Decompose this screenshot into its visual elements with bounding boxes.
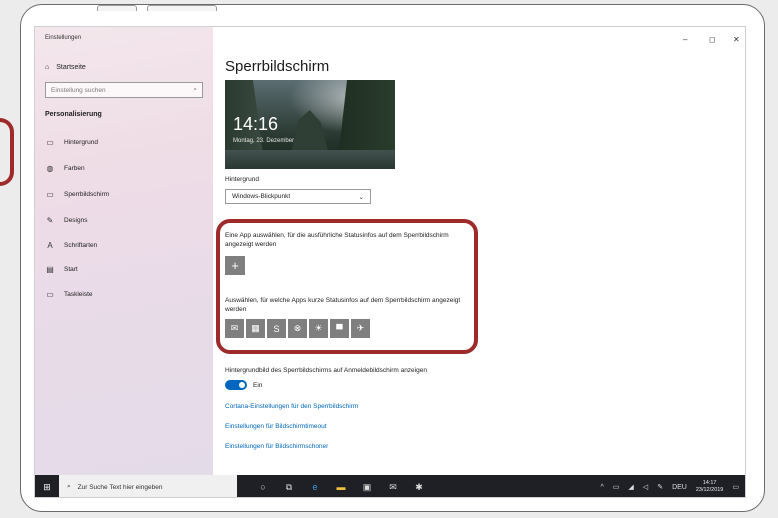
home-icon: ⌂: [45, 64, 50, 71]
page-title: Sperrbildschirm: [225, 58, 330, 75]
taskbar-clock[interactable]: 14:17 23/12/2019: [696, 480, 724, 494]
sidebar-item-taskleiste[interactable]: ▭ Taskleiste: [45, 289, 93, 299]
sidebar-item-sperrbildschirm[interactable]: ▭ Sperrbildschirm: [45, 189, 109, 199]
toggle-state-label: Ein: [253, 382, 263, 389]
task-view-icon[interactable]: ⧉: [283, 482, 295, 493]
taskbar-apps: ○ ⧉ e ▬ ▣ ✉ ✱: [257, 482, 425, 493]
action-center-icon[interactable]: ▭: [732, 483, 739, 491]
cortana-icon[interactable]: ○: [257, 482, 269, 492]
lockscreen-icon: ▭: [46, 189, 54, 199]
brush-icon: ✎: [46, 215, 54, 225]
chevron-down-icon: ⌄: [358, 193, 364, 201]
mail-icon[interactable]: ✉: [387, 482, 399, 493]
sidebar-item-label: Schriftarten: [64, 241, 98, 249]
preview-water-shape: [225, 150, 395, 169]
quick-apps-row: ✉ ▦ S ⊗ ☀ ▀ ✈: [225, 319, 370, 338]
file-explorer-icon[interactable]: ▬: [335, 482, 347, 492]
sidebar-item-label: Taskleiste: [64, 290, 93, 298]
settings-gear-icon[interactable]: ✱: [413, 482, 425, 493]
main-content: Sperrbildschirm 14:16 Montag, 23. Dezemb…: [213, 27, 745, 475]
show-bg-toggle[interactable]: [225, 380, 247, 390]
start-icon: ▤: [46, 264, 54, 274]
device-tab: [97, 5, 137, 11]
skype-icon[interactable]: S: [267, 319, 286, 338]
section-heading: Personalisierung: [45, 111, 102, 118]
sidebar-item-farben[interactable]: ◍ Farben: [45, 163, 85, 173]
mail-icon[interactable]: ✉: [225, 319, 244, 338]
settings-search-input[interactable]: Einstellung suchen ⌕: [45, 82, 203, 98]
screen-timeout-link[interactable]: Einstellungen für Bildschirmtimeout: [225, 423, 327, 430]
detail-app-description: Eine App auswählen, für die ausführliche…: [225, 232, 449, 248]
edge-icon[interactable]: e: [309, 482, 321, 492]
settings-screen: Einstellungen ⌂ Startseite Einstellung s…: [34, 26, 746, 498]
cortana-settings-link[interactable]: Cortana-Einstellungen für den Sperrbilds…: [225, 403, 358, 410]
sidebar-item-schriftarten[interactable]: A Schriftarten: [45, 240, 97, 250]
weather-icon[interactable]: ☀: [309, 319, 328, 338]
taskbar: ⊞ ⌕ Zur Suche Text hier eingeben ○ ⧉ e ▬…: [35, 475, 745, 497]
clock-date: 23/12/2019: [695, 487, 724, 493]
sidebar-item-designs[interactable]: ✎ Designs: [45, 215, 88, 225]
sidebar-item-label: Designs: [64, 216, 88, 224]
image-icon: ▭: [46, 137, 54, 147]
background-select[interactable]: Windows-Blickpunkt ⌄: [225, 189, 371, 204]
lockscreen-preview: 14:16 Montag, 23. Dezember: [225, 80, 395, 169]
palette-icon: ◍: [46, 163, 54, 173]
preview-time: 14:16: [233, 114, 279, 134]
add-detail-app-button[interactable]: +: [225, 256, 245, 275]
sidebar-home[interactable]: ⌂ Startseite: [45, 64, 86, 71]
windows-start-icon[interactable]: ⊞: [35, 475, 59, 497]
store-icon[interactable]: ▣: [361, 482, 373, 493]
network-icon[interactable]: ◢: [628, 483, 633, 491]
flight-icon[interactable]: ✈: [351, 319, 370, 338]
left-highlight-marker: [0, 118, 14, 186]
sidebar-item-label: Start: [64, 265, 78, 273]
sidebar-item-start[interactable]: ▤ Start: [45, 264, 78, 274]
calendar-icon[interactable]: ▦: [246, 319, 265, 338]
quick-apps-description: Auswählen, für welche Apps kurze Statusi…: [225, 297, 461, 313]
taskbar-search-placeholder: Zur Suche Text hier eingeben: [77, 483, 163, 491]
search-icon[interactable]: ⌕: [193, 86, 197, 94]
font-icon: A: [47, 240, 53, 250]
sidebar-item-label: Hintergrund: [64, 138, 98, 146]
sidebar: Einstellungen ⌂ Startseite Einstellung s…: [35, 27, 213, 475]
search-icon: ⌕: [67, 483, 71, 490]
xbox-icon[interactable]: ⊗: [288, 319, 307, 338]
search-placeholder: Einstellung suchen: [51, 86, 106, 94]
pen-icon[interactable]: ✎: [657, 483, 663, 491]
message-icon[interactable]: ▀: [330, 319, 349, 338]
taskbar-icon: ▭: [46, 289, 54, 299]
battery-icon[interactable]: ▭: [613, 483, 620, 491]
chevron-up-icon[interactable]: ^: [600, 484, 603, 491]
sidebar-item-label: Sperrbildschirm: [64, 190, 110, 198]
window-title: Einstellungen: [45, 35, 82, 41]
volume-icon[interactable]: ◁: [643, 483, 648, 491]
taskbar-search-input[interactable]: ⌕ Zur Suche Text hier eingeben: [59, 475, 237, 497]
preview-date: Montag, 23. Dezember: [233, 138, 295, 144]
background-select-value: Windows-Blickpunkt: [232, 193, 291, 200]
language-indicator[interactable]: DEU: [672, 484, 687, 491]
device-tab: [147, 5, 217, 11]
background-label: Hintergrund: [225, 176, 259, 183]
screensaver-link[interactable]: Einstellungen für Bildschirmschoner: [225, 443, 328, 450]
sidebar-home-label: Startseite: [56, 64, 86, 71]
system-tray: ^ ▭ ◢ ◁ ✎ DEU 14:17 23/12/2019 ▭: [600, 475, 739, 497]
sidebar-item-hintergrund[interactable]: ▭ Hintergrund: [45, 137, 98, 147]
show-bg-label: Hintergrundbild des Sperrbildschirms auf…: [225, 367, 427, 374]
clock-time: 14:17: [702, 480, 717, 486]
sidebar-item-label: Farben: [64, 164, 85, 172]
